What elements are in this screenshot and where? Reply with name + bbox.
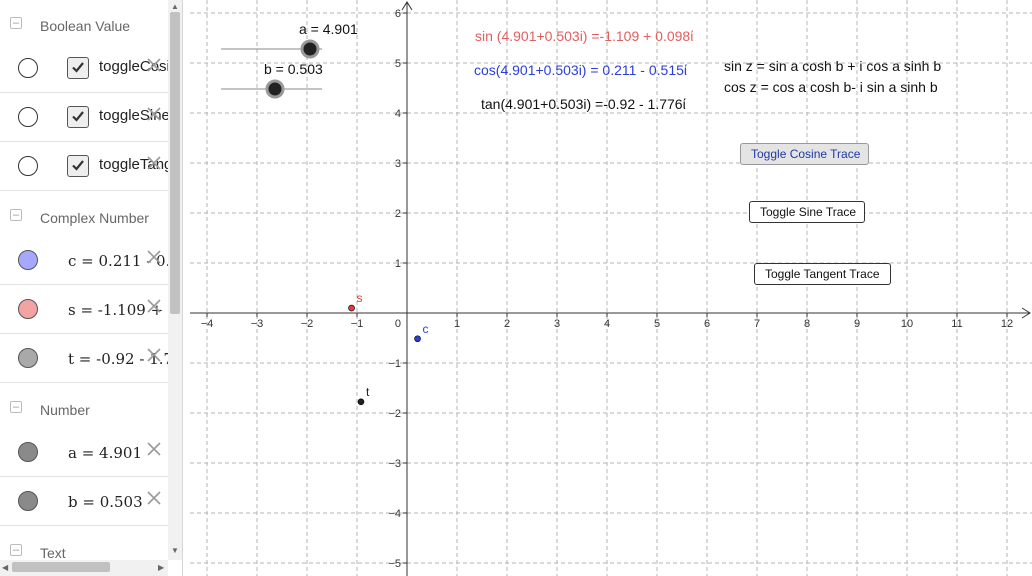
checkbox-togglecosine[interactable]	[67, 57, 89, 79]
algebra-row-b[interactable]: b = 0.503	[0, 477, 168, 526]
delete-icon[interactable]	[146, 347, 162, 363]
x-tick-label: 7	[754, 318, 760, 330]
toggle-tangent-trace-button[interactable]: Toggle Tangent Trace	[754, 263, 891, 285]
x-tick-label: 1	[454, 318, 460, 330]
origin-label: 0	[395, 318, 401, 330]
algebra-row-togglesine[interactable]: toggleSine	[0, 93, 168, 142]
algebra-row-value: b = 0.503	[68, 493, 143, 511]
category-complex-number[interactable]: – Complex Number	[0, 194, 168, 240]
x-tick-label: −4	[201, 318, 214, 330]
x-tick-label: 10	[901, 318, 913, 330]
category-number[interactable]: – Number	[0, 386, 168, 432]
point-t[interactable]	[357, 398, 365, 406]
delete-icon[interactable]	[146, 57, 162, 73]
delete-icon[interactable]	[146, 490, 162, 506]
x-tick-label: 9	[854, 318, 860, 330]
x-tick-label: 5	[654, 318, 660, 330]
slider-a-handle[interactable]	[300, 39, 320, 59]
visibility-toggle-icon[interactable]	[18, 299, 38, 319]
x-tick-label: 3	[554, 318, 560, 330]
y-tick-label: −1	[388, 358, 401, 370]
x-tick-label: 4	[604, 318, 610, 330]
x-tick-label: 2	[504, 318, 510, 330]
x-tick-label: −2	[301, 318, 314, 330]
tangent-formula-text: tan(4.901+0.503i) =-0.92 - 1.776ί	[481, 96, 686, 112]
algebra-row-c[interactable]: c = 0.211 - 0.515ί	[0, 236, 168, 285]
x-tick-label: −3	[251, 318, 264, 330]
point-c[interactable]	[414, 335, 421, 343]
visibility-toggle-icon[interactable]	[18, 491, 38, 511]
checkmark-icon	[72, 160, 84, 171]
visibility-toggle-icon[interactable]	[18, 250, 38, 270]
points[interactable]: s c t	[348, 291, 429, 406]
algebra-row-a[interactable]: a = 4.901	[0, 428, 168, 477]
y-tick-label: 5	[395, 58, 401, 70]
cosine-formula-text: cos(4.901+0.503i) = 0.211 - 0.515ί	[474, 62, 688, 78]
collapse-icon[interactable]: –	[10, 209, 22, 221]
y-tick-label: −4	[388, 508, 401, 520]
toggle-cosine-trace-button[interactable]: Toggle Cosine Trace	[740, 143, 869, 165]
x-tick-label: −1	[351, 318, 364, 330]
slider-b-label: b = 0.503	[264, 61, 323, 77]
checkbox-togglesine[interactable]	[67, 106, 89, 128]
algebra-row-toggletangent[interactable]: toggleTang	[0, 142, 168, 191]
point-label-c: c	[423, 322, 429, 336]
delete-icon[interactable]	[146, 298, 162, 314]
toggle-sine-trace-button[interactable]: Toggle Sine Trace	[749, 201, 865, 223]
checkmark-icon	[72, 62, 84, 73]
delete-icon[interactable]	[146, 249, 162, 265]
y-tick-label: 6	[395, 8, 401, 20]
slider-a[interactable]	[221, 39, 322, 59]
y-tick-label: −3	[388, 458, 401, 470]
x-tick-label: 11	[951, 318, 962, 330]
visibility-toggle-icon[interactable]	[18, 348, 38, 368]
point-label-s: s	[357, 291, 363, 305]
y-tick-label: 4	[395, 108, 401, 120]
slider-a-label: a = 4.901	[299, 21, 358, 37]
delete-icon[interactable]	[146, 441, 162, 457]
x-tick-label: 12	[1001, 318, 1013, 330]
algebra-view: – Boolean Value toggleCosi toggleSine to…	[0, 0, 183, 576]
visibility-toggle-icon[interactable]	[18, 156, 38, 176]
scroll-right-icon[interactable]: ▶	[158, 563, 164, 572]
checkbox-toggletangent[interactable]	[67, 155, 89, 177]
slider-b-handle[interactable]	[265, 79, 285, 99]
collapse-icon[interactable]: –	[10, 544, 22, 556]
y-tick-label: 1	[395, 258, 401, 270]
y-tick-label: −5	[388, 558, 401, 570]
visibility-toggle-icon[interactable]	[18, 107, 38, 127]
algebra-row-value: a = 4.901	[68, 444, 142, 462]
sine-identity-text: sin z = sin a cosh b + i cos a sinh b	[724, 58, 942, 74]
point-label-t: t	[366, 385, 370, 399]
algebra-row-togglecosine[interactable]: toggleCosi	[0, 44, 168, 93]
algebra-row-t[interactable]: t = -0.92 - 1.776ί	[0, 334, 168, 383]
category-boolean-value[interactable]: – Boolean Value	[0, 2, 168, 48]
cosine-identity-text: cos z = cos a cosh b- i sin a sinh b	[724, 79, 938, 95]
delete-icon[interactable]	[146, 106, 162, 122]
visibility-toggle-icon[interactable]	[18, 58, 38, 78]
scroll-left-icon[interactable]: ◀	[2, 563, 8, 572]
x-tick-label: 6	[704, 318, 710, 330]
vertical-scroll-thumb[interactable]	[170, 12, 180, 314]
checkmark-icon	[72, 111, 84, 122]
sine-formula-text: sin (4.901+0.503i) =-1.109 + 0.098ί	[475, 28, 693, 44]
x-tick-label: 8	[804, 318, 810, 330]
point-s[interactable]	[348, 304, 355, 312]
y-tick-label: 3	[395, 158, 401, 170]
collapse-icon[interactable]: –	[10, 401, 22, 413]
scroll-up-icon[interactable]: ▲	[171, 2, 179, 11]
algebra-row-s[interactable]: s = -1.109 + 0.098ί	[0, 285, 168, 334]
y-tick-label: 2	[395, 208, 401, 220]
scroll-down-icon[interactable]: ▼	[171, 546, 179, 555]
visibility-toggle-icon[interactable]	[18, 442, 38, 462]
y-tick-label: −2	[388, 408, 401, 420]
horizontal-scroll-thumb[interactable]	[12, 562, 110, 572]
collapse-icon[interactable]: –	[10, 17, 22, 29]
delete-icon[interactable]	[146, 155, 162, 171]
